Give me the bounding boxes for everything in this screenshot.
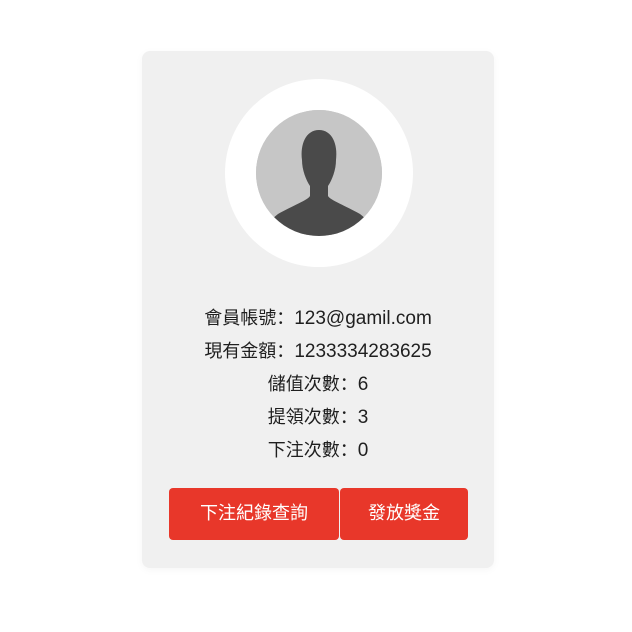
member-info: 會員帳號：123@gamil.com 現有金額：1233334283625 儲值… xyxy=(142,302,494,467)
bet-records-button[interactable]: 下注紀錄查詢 xyxy=(169,488,339,540)
deposit-count-label: 儲值次數： xyxy=(267,374,358,395)
distribute-bonus-button[interactable]: 發放獎金 xyxy=(340,488,468,540)
account-row: 會員帳號：123@gamil.com xyxy=(142,302,494,335)
user-silhouette-icon xyxy=(256,110,382,236)
member-card: 會員帳號：123@gamil.com 現有金額：1233334283625 儲值… xyxy=(142,51,494,568)
withdraw-count-label: 提領次數： xyxy=(267,407,358,428)
avatar-ring xyxy=(225,79,413,267)
deposit-count-row: 儲值次數：6 xyxy=(142,368,494,401)
bet-count-row: 下注次數：0 xyxy=(142,434,494,467)
account-label: 會員帳號： xyxy=(204,308,295,329)
balance-label: 現有金額： xyxy=(204,341,295,362)
deposit-count-value: 6 xyxy=(357,374,369,395)
balance-row: 現有金額：1233334283625 xyxy=(142,335,494,368)
withdraw-count-value: 3 xyxy=(357,407,369,428)
withdraw-count-row: 提領次數：3 xyxy=(142,401,494,434)
bet-count-label: 下注次數： xyxy=(267,440,358,461)
account-value: 123@gamil.com xyxy=(294,308,432,329)
balance-value: 1233334283625 xyxy=(294,341,432,362)
avatar xyxy=(256,110,382,236)
bet-count-value: 0 xyxy=(357,440,369,461)
